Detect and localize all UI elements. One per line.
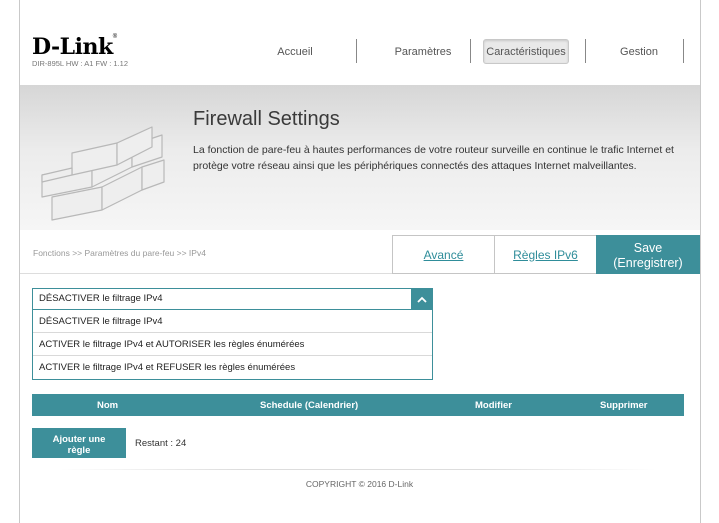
add-rule-label: Ajouter une [52, 434, 106, 445]
column-header-name: Nom [97, 400, 119, 411]
nav-divider [356, 39, 357, 63]
nav-accueil[interactable]: Accueil [240, 38, 350, 66]
dropdown-selected-value: DÉSACTIVER le filtrage IPv4 [39, 293, 163, 304]
nav-parametres[interactable]: Paramètres [378, 38, 468, 66]
nav-divider [585, 39, 586, 63]
save-button[interactable]: Save (Enregistrer) [596, 235, 700, 274]
rules-table-header: Nom Schedule (Calendrier) Modifier Suppr… [32, 394, 684, 416]
brick-wall-icon [41, 126, 165, 221]
nav-divider [683, 39, 684, 63]
add-rule-button[interactable]: Ajouter une règle [32, 428, 126, 458]
dropdown-options: DÉSACTIVER le filtrage IPv4 ACTIVER le f… [32, 310, 433, 380]
nav-gestion[interactable]: Gestion [596, 38, 682, 66]
dlink-logo: D-Link® [32, 34, 117, 60]
column-header-schedule: Schedule (Calendrier) [260, 400, 359, 411]
add-rule-label-secondary: règle [67, 445, 91, 456]
ipv6-rules-link[interactable]: Règles IPv6 [494, 235, 597, 274]
dropdown-option[interactable]: ACTIVER le filtrage IPv4 et AUTORISER le… [33, 333, 432, 356]
footer-divider [60, 469, 656, 470]
ipv4-filter-dropdown[interactable]: DÉSACTIVER le filtrage IPv4 DÉSACTIVER l… [32, 288, 433, 380]
page-description: La fonction de pare-feu à hautes perform… [193, 144, 674, 172]
breadcrumb-divider [20, 273, 392, 274]
page-banner: Firewall Settings La fonction de pare-fe… [20, 85, 700, 230]
dropdown-selected[interactable]: DÉSACTIVER le filtrage IPv4 [32, 288, 433, 310]
logo-registered-mark: ® [112, 34, 117, 40]
breadcrumb: Fonctions >> Paramètres du pare-feu >> I… [33, 248, 206, 258]
copyright: COPYRIGHT © 2016 D-Link [305, 479, 414, 489]
nav-caracteristiques[interactable]: Caractéristiques [483, 39, 569, 64]
column-header-delete: Supprimer [600, 400, 648, 411]
logo-text: D-Link [32, 34, 113, 60]
nav-divider [470, 39, 471, 63]
dropdown-option[interactable]: DÉSACTIVER le filtrage IPv4 [33, 310, 432, 333]
page-title: Firewall Settings [193, 108, 340, 130]
save-label: Save [633, 241, 663, 255]
model-info: DIR-895L HW : A1 FW : 1.12 [32, 59, 129, 68]
column-header-edit: Modifier [475, 400, 512, 411]
dropdown-option[interactable]: ACTIVER le filtrage IPv4 et REFUSER les … [33, 356, 432, 379]
advanced-link[interactable]: Avancé [392, 235, 495, 274]
remaining-count: Restant : 24 [135, 438, 187, 449]
chevron-up-icon[interactable] [411, 288, 433, 310]
save-label-secondary: (Enregistrer) [613, 256, 683, 270]
